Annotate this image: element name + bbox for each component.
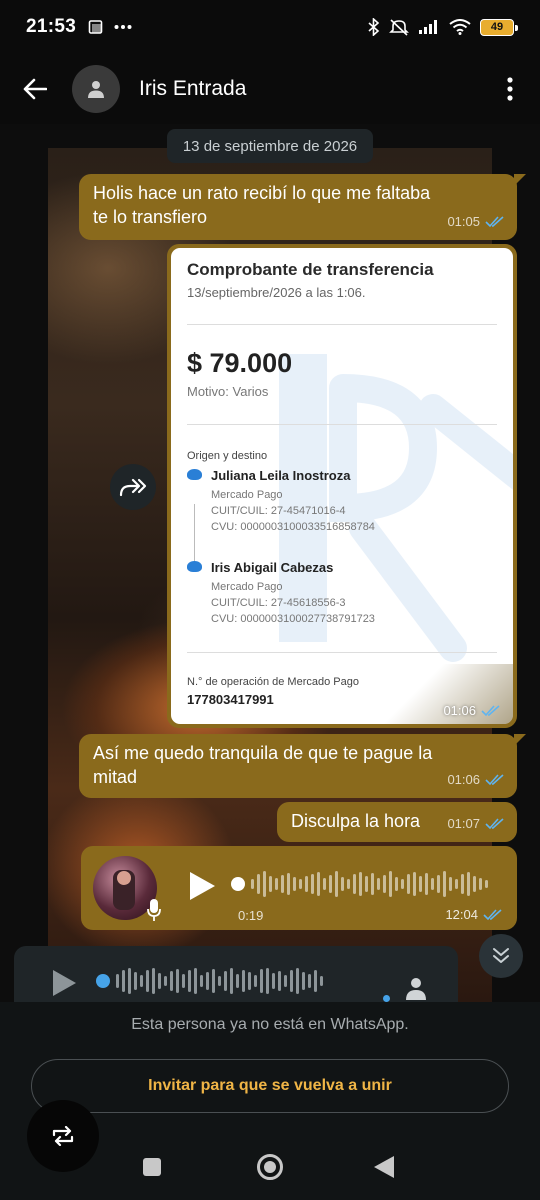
operation-label: N.° de operación de Mercado Pago — [187, 676, 359, 688]
divider — [187, 652, 497, 653]
rotate-icon — [52, 1126, 74, 1146]
forward-icon — [119, 478, 147, 497]
sender-block: Juliana Leila Inostroza Mercado Pago CUI… — [187, 468, 375, 537]
message-time: 01:07 — [447, 816, 480, 831]
sender-cuit: CUIT/CUIL: 27-45471016-4 — [211, 505, 346, 517]
sender-bank: Mercado Pago — [211, 489, 283, 501]
sender-name: Juliana Leila Inostroza — [211, 468, 351, 483]
recipient-bank: Mercado Pago — [211, 581, 283, 593]
date-chip: 13 de septiembre de 2026 — [167, 129, 373, 163]
message-meta: 01:06 — [443, 703, 501, 718]
back-button[interactable] — [0, 59, 70, 119]
forward-button[interactable] — [110, 464, 156, 510]
not-on-whatsapp-notice: Esta persona ya no está en WhatsApp. — [131, 1016, 409, 1033]
contact-avatar[interactable] — [72, 65, 120, 113]
double-check-icon — [485, 818, 504, 830]
receipt-date: 13/septiembre/2026 a las 1:06. — [187, 285, 366, 300]
home-button[interactable] — [257, 1154, 283, 1180]
message-bubble[interactable]: Disculpa la hora 01:07 — [277, 802, 517, 842]
mute-icon — [389, 19, 409, 36]
microphone-icon — [147, 899, 161, 921]
whatsapp-chat-screen: 21:53 49 Iris Entrada 13 de septiembre d… — [0, 0, 540, 1200]
status-time: 21:53 — [26, 16, 77, 37]
double-check-icon — [485, 774, 504, 786]
voice-message[interactable]: 0:19 12:04 — [81, 846, 517, 930]
wifi-icon — [449, 19, 471, 35]
message-list[interactable]: 13 de septiembre de 2026 Holis hace un r… — [0, 124, 540, 1002]
chat-header: Iris Entrada — [0, 54, 540, 124]
person-icon — [88, 81, 104, 98]
transfer-receipt-image: Comprobante de transferencia 13/septiemb… — [171, 248, 513, 724]
more-notifications-icon — [114, 25, 132, 29]
person-icon — [406, 978, 426, 1000]
battery-icon: 49 — [480, 18, 518, 36]
message-text: Disculpa la hora — [291, 811, 421, 831]
unplayed-indicator — [383, 995, 390, 1002]
recents-button[interactable] — [143, 1158, 161, 1176]
image-message[interactable]: Comprobante de transferencia 13/septiemb… — [167, 244, 517, 728]
double-check-icon — [485, 216, 504, 228]
double-chevron-down-icon — [493, 948, 509, 963]
recipient-cuit: CUIT/CUIL: 27-45618556-3 — [211, 597, 346, 609]
play-button[interactable] — [50, 968, 78, 998]
recipient-name: Iris Abigail Cabezas — [211, 560, 334, 575]
message-meta: 01:05 — [447, 210, 505, 234]
mercado-pago-icon — [187, 561, 202, 572]
footer: Esta persona ya no está en WhatsApp. Inv… — [0, 1002, 540, 1200]
double-check-icon — [483, 908, 502, 920]
receipt-title: Comprobante de transferencia — [187, 260, 434, 279]
playback-handle[interactable] — [231, 877, 245, 891]
message-bubble[interactable]: Así me quedo tranquila de que te pague l… — [79, 734, 526, 798]
receipt-amount: $ 79.000 — [187, 348, 293, 378]
rotate-screen-button[interactable] — [27, 1100, 99, 1172]
sender-cvu: CVU: 0000003100033516858784 — [211, 521, 375, 533]
message-time: 12:04 — [445, 907, 478, 922]
audio-waveform[interactable] — [231, 870, 488, 898]
message-meta: 12:04 — [445, 907, 503, 922]
incoming-voice-message[interactable] — [14, 946, 458, 1002]
system-back-button[interactable] — [374, 1156, 394, 1178]
divider — [187, 424, 497, 425]
receipt-reason: Motivo: Varios — [187, 384, 269, 399]
voice-duration: 0:19 — [238, 908, 264, 923]
origin-destination-label: Origen y destino — [187, 450, 268, 462]
play-button[interactable] — [187, 870, 217, 902]
status-bar: 21:53 49 — [0, 0, 540, 54]
audio-waveform[interactable] — [96, 966, 323, 996]
recipient-block: Iris Abigail Cabezas Mercado Pago CUIT/C… — [187, 560, 375, 629]
scroll-to-bottom-button[interactable] — [479, 934, 523, 978]
message-meta: 01:07 — [447, 812, 505, 836]
playback-handle[interactable] — [96, 974, 110, 988]
message-time: 01:05 — [447, 214, 480, 229]
message-time: 01:06 — [447, 772, 480, 787]
back-arrow-icon — [23, 78, 47, 100]
operation-number: 177803417991 — [187, 692, 274, 707]
message-text: Holis hace un rato recibí lo que me falt… — [93, 183, 431, 227]
mercado-pago-icon — [187, 469, 202, 480]
overflow-menu-button[interactable] — [488, 59, 532, 119]
divider — [187, 324, 497, 325]
screen-mirror-icon — [88, 20, 103, 34]
double-check-icon — [481, 704, 500, 716]
message-time: 01:06 — [443, 703, 476, 718]
more-vert-icon — [507, 77, 513, 101]
recipient-cvu: CVU: 0000003100027738791723 — [211, 613, 375, 625]
message-bubble[interactable]: Holis hace un rato recibí lo que me falt… — [79, 174, 526, 240]
message-text: Así me quedo tranquila de que te pague l… — [93, 743, 433, 787]
signal-icon — [419, 20, 437, 34]
message-meta: 01:06 — [447, 768, 505, 792]
bluetooth-icon — [368, 18, 380, 36]
invite-button[interactable]: Invitar para que se vuelva a unir — [31, 1059, 509, 1113]
contact-name[interactable]: Iris Entrada — [139, 77, 246, 101]
